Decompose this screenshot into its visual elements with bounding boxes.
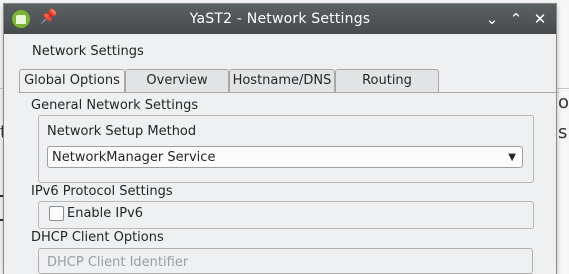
background-text-fragment: o bbox=[558, 92, 569, 113]
dhcp-options-label: DHCP Client Options bbox=[31, 230, 164, 245]
close-button[interactable]: ✕ bbox=[530, 9, 550, 29]
maximize-button[interactable]: ⌃ bbox=[506, 9, 526, 29]
tab-overview[interactable]: Overview bbox=[125, 69, 229, 92]
page-title: Network Settings bbox=[32, 44, 144, 59]
network-setup-method-label: Network Setup Method bbox=[47, 124, 196, 139]
background-text-fragment: s bbox=[558, 122, 567, 143]
network-setup-method-select[interactable]: NetworkManager Service ▼ bbox=[47, 146, 523, 168]
ipv6-settings-label: IPv6 Protocol Settings bbox=[31, 184, 173, 199]
close-icon: ✕ bbox=[534, 10, 547, 28]
tab-pane-border bbox=[19, 92, 559, 93]
dhcp-client-identifier-placeholder: DHCP Client Identifier bbox=[47, 255, 188, 270]
enable-ipv6-label[interactable]: Enable IPv6 bbox=[67, 206, 143, 221]
dhcp-client-identifier-field[interactable]: DHCP Client Identifier bbox=[38, 248, 533, 274]
chevron-up-icon: ⌃ bbox=[510, 10, 523, 28]
dropdown-arrow-icon: ▼ bbox=[508, 147, 516, 169]
chevron-down-icon: ⌄ bbox=[486, 10, 499, 28]
title-bar[interactable]: 📌 YaST2 - Network Settings ⌄ ⌃ ✕ bbox=[4, 4, 556, 34]
minimize-button[interactable]: ⌄ bbox=[482, 9, 502, 29]
tab-routing[interactable]: Routing bbox=[335, 69, 439, 92]
general-settings-label: General Network Settings bbox=[31, 98, 198, 113]
tab-hostname-dns[interactable]: Hostname/DNS bbox=[229, 69, 335, 92]
window-title: YaST2 - Network Settings bbox=[4, 11, 556, 27]
network-settings-window: 📌 YaST2 - Network Settings ⌄ ⌃ ✕ Network… bbox=[4, 4, 556, 274]
tab-global-options[interactable]: Global Options bbox=[19, 69, 125, 93]
enable-ipv6-checkbox[interactable] bbox=[49, 206, 64, 221]
network-setup-method-value: NetworkManager Service bbox=[52, 150, 215, 165]
